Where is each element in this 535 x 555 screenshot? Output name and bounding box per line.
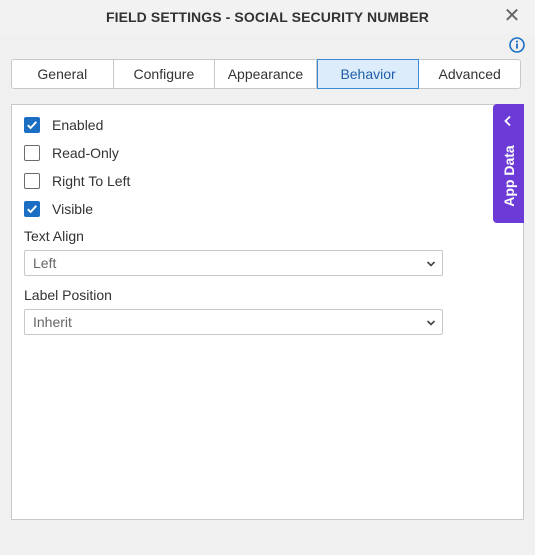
tab-appearance[interactable]: Appearance [215,60,317,88]
settings-tabs: General Configure Appearance Behavior Ad… [11,59,521,89]
dialog-title: FIELD SETTINGS - SOCIAL SECURITY NUMBER [105,9,430,25]
read-only-option[interactable]: Read-Only [24,143,119,163]
label-position-select[interactable]: Inherit [24,309,443,335]
app-data-toggle[interactable]: App Data [493,104,524,223]
visible-label: Visible [52,201,93,217]
visible-checkbox[interactable] [24,201,40,217]
right-to-left-label: Right To Left [52,173,131,189]
tab-general[interactable]: General [12,60,114,88]
read-only-checkbox[interactable] [24,145,40,161]
label-position-value: Inherit [33,314,72,330]
right-to-left-checkbox[interactable] [24,173,40,189]
info-icon[interactable] [509,37,525,53]
app-data-label: App Data [500,145,517,207]
chevron-down-icon [426,261,436,267]
text-align-value: Left [33,255,57,271]
enabled-label: Enabled [52,117,104,133]
close-icon[interactable]: ✕ [501,5,523,27]
chevron-down-icon [426,320,436,326]
text-align-label: Text Align [24,228,84,244]
visible-option[interactable]: Visible [24,199,93,219]
enabled-checkbox[interactable] [24,117,40,133]
enabled-option[interactable]: Enabled [24,115,103,135]
tab-configure[interactable]: Configure [114,60,216,88]
check-icon [27,121,37,130]
dialog-header: FIELD SETTINGS - SOCIAL SECURITY NUMBER … [0,0,535,34]
tab-advanced[interactable]: Advanced [419,60,520,88]
right-to-left-option[interactable]: Right To Left [24,171,130,191]
check-icon [27,205,37,214]
chevron-left-icon [504,115,511,127]
read-only-label: Read-Only [52,145,119,161]
tab-behavior[interactable]: Behavior [316,59,420,89]
label-position-label: Label Position [24,287,112,303]
text-align-select[interactable]: Left [24,250,443,276]
behavior-panel: Enabled Read-Only Right To Left Visible … [11,104,524,520]
